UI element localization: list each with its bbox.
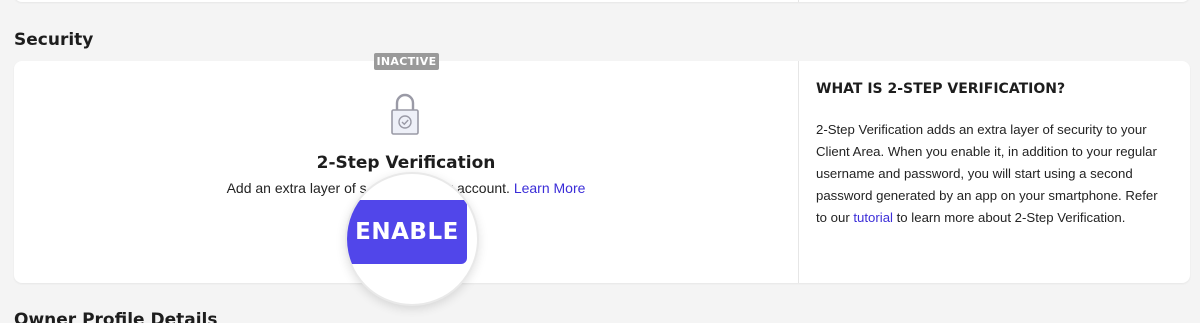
enable-button[interactable]: ENABLE (347, 200, 467, 264)
info-title: WHAT IS 2-STEP VERIFICATION? (816, 81, 1066, 97)
padlock-check-icon (391, 93, 419, 135)
previous-card (14, 0, 1190, 2)
learn-more-link[interactable]: Learn More (514, 180, 586, 196)
status-badge: INACTIVE (374, 53, 439, 70)
page: Security INACTIVE 2-Step Verification Ad… (0, 0, 1200, 323)
tutorial-link[interactable]: tutorial (853, 210, 893, 225)
two-step-card: INACTIVE 2-Step Verification Add an extr… (14, 53, 1190, 306)
card-divider (798, 61, 799, 283)
feature-title: 2-Step Verification (316, 153, 496, 173)
info-text: 2-Step Verification adds an extra layer … (816, 119, 1166, 229)
info-panel: WHAT IS 2-STEP VERIFICATION? 2-Step Veri… (816, 61, 1176, 283)
magnifier-overlay: ENABLE (345, 172, 479, 306)
card-divider (798, 0, 799, 2)
info-text-tail: to learn more about 2-Step Verification. (892, 210, 1126, 225)
two-step-panel: INACTIVE 2-Step Verification Add an extr… (14, 53, 798, 306)
section-title-owner-profile: Owner Profile Details (14, 310, 218, 323)
section-title-security: Security (14, 30, 94, 50)
description-text-start: Add an extra layer of s (226, 180, 367, 196)
